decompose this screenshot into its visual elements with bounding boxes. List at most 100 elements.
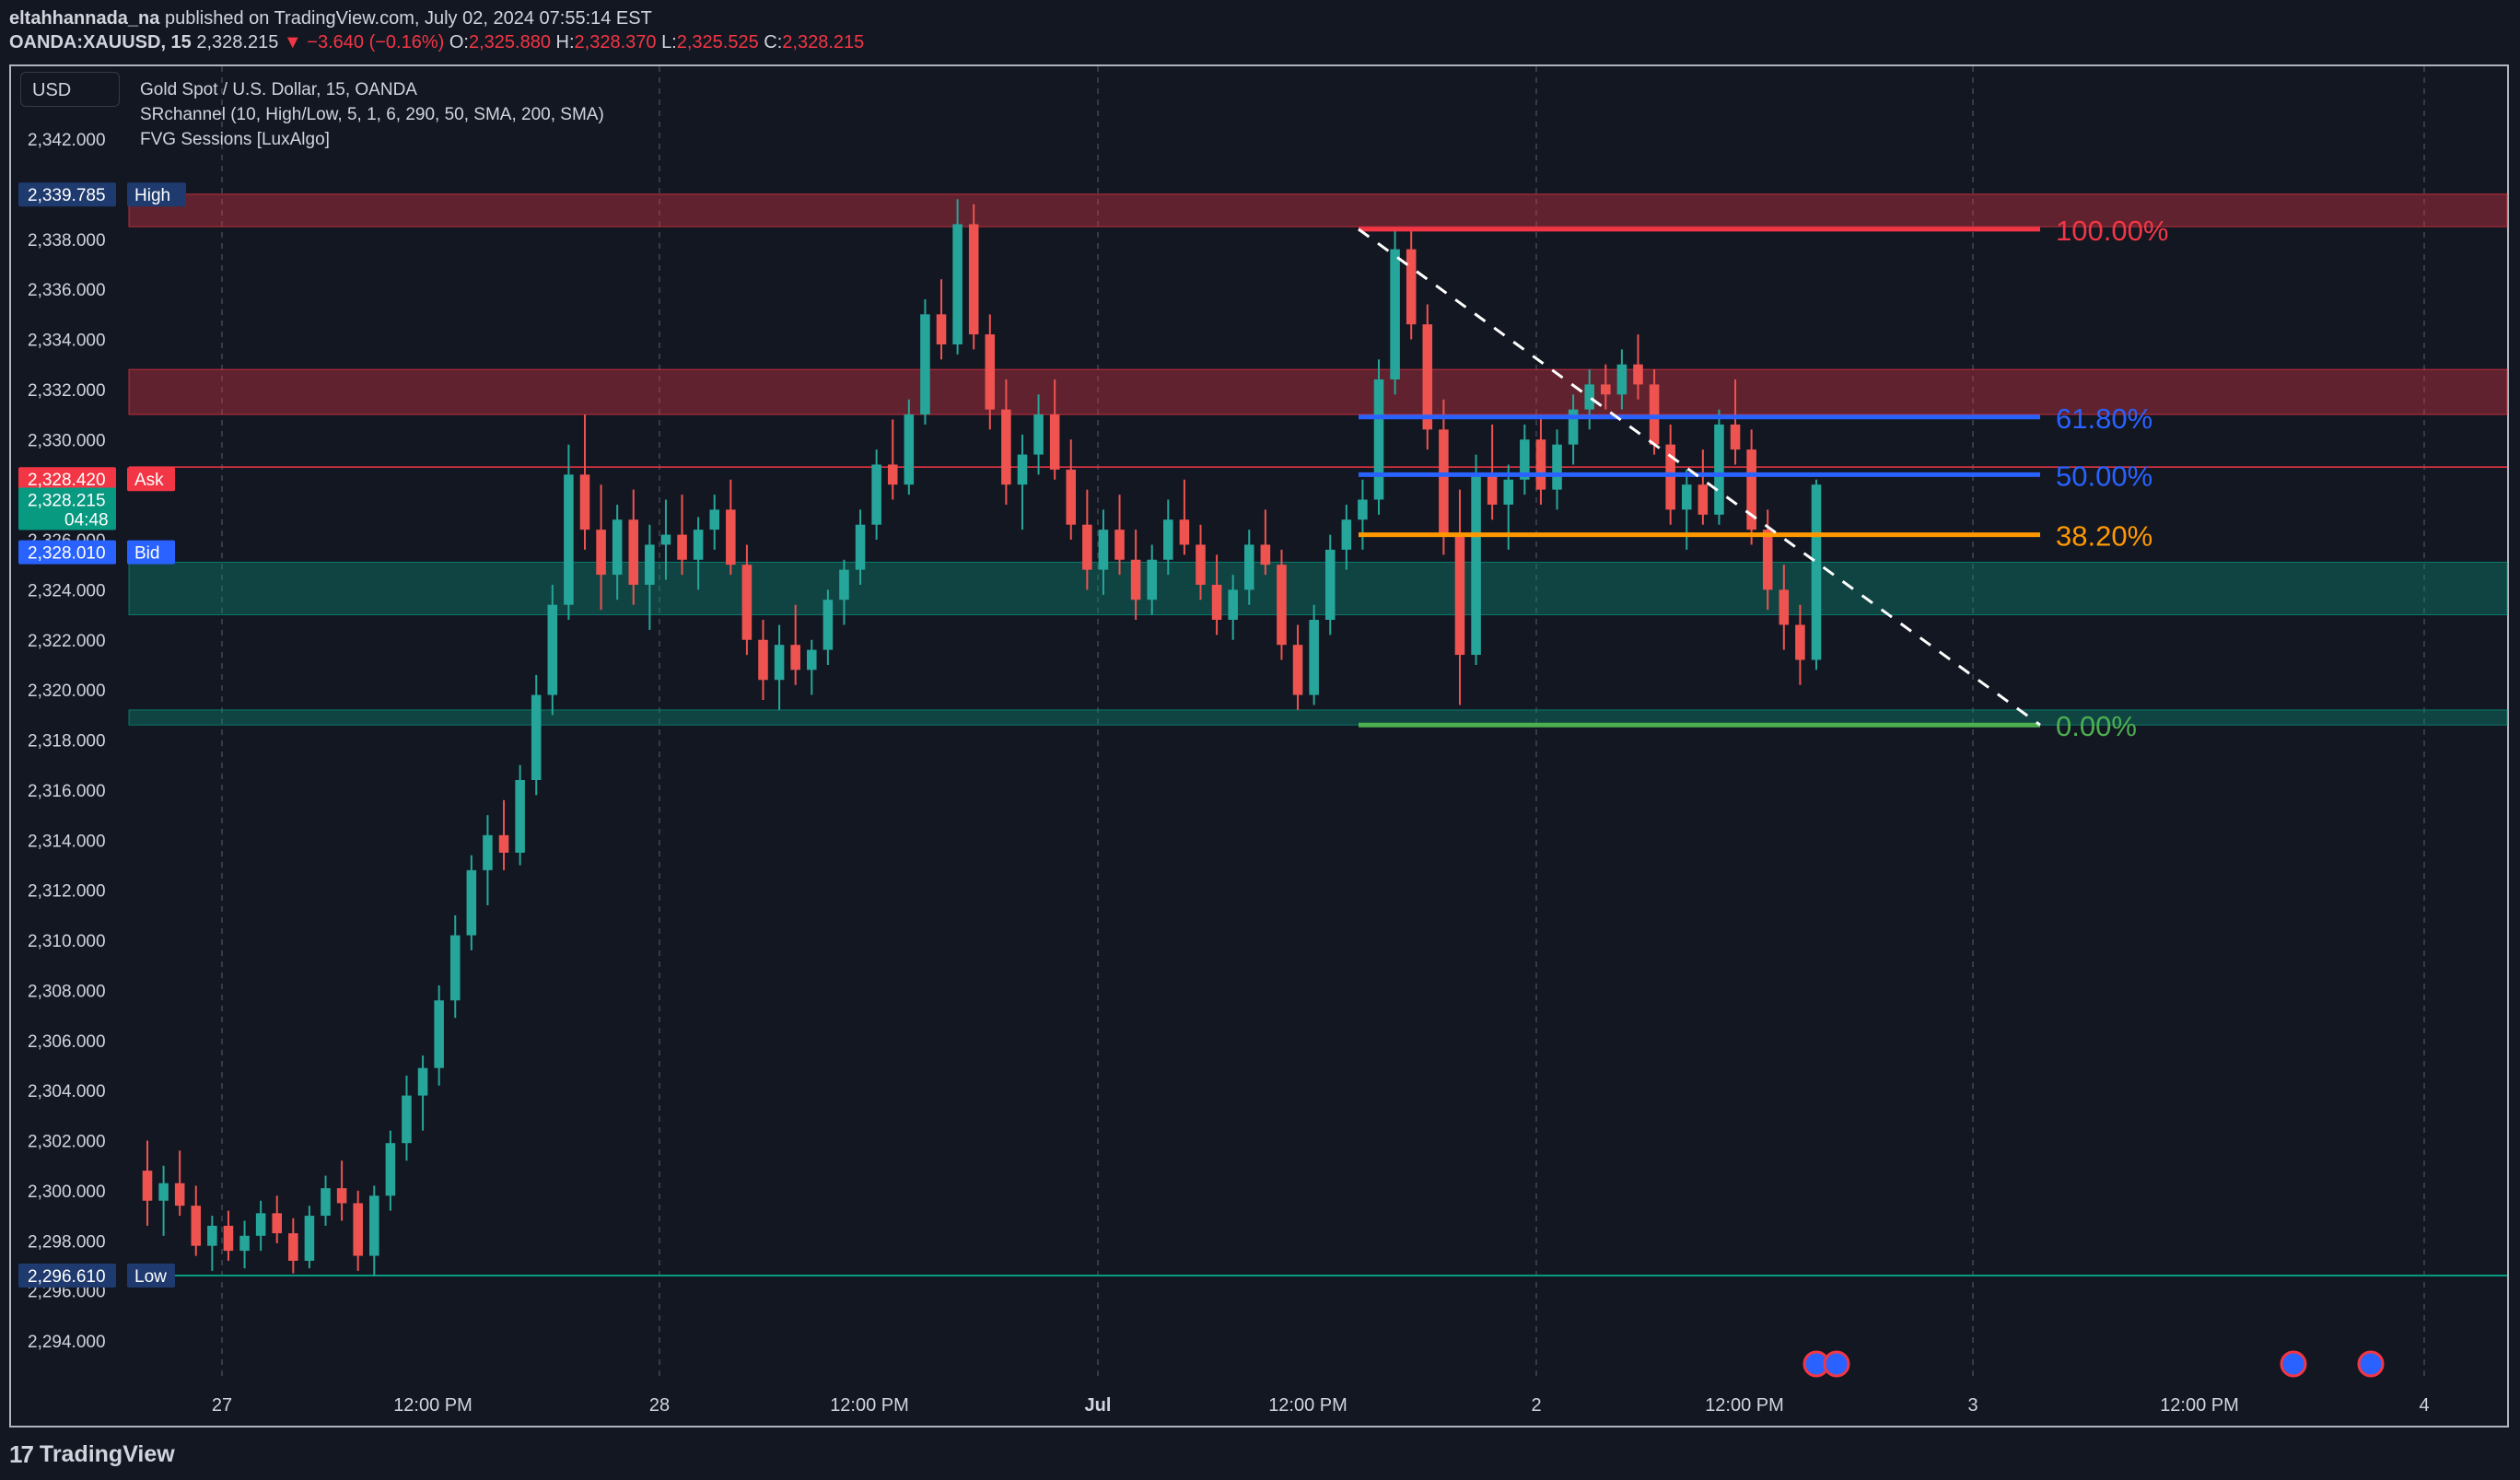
- candle-body: [1471, 474, 1481, 656]
- candle-body: [1228, 589, 1238, 620]
- candle-body: [596, 530, 606, 576]
- y-axis-tick: 2,318.000: [28, 732, 106, 752]
- candle-body: [952, 224, 962, 344]
- candle-body: [191, 1206, 202, 1246]
- candle-body: [1001, 409, 1011, 485]
- candle-body: [1033, 414, 1044, 455]
- candle-body: [564, 474, 574, 605]
- candle-body: [1454, 534, 1465, 656]
- candle-body: [628, 519, 639, 585]
- candle-body: [822, 600, 834, 650]
- candle-body: [1439, 429, 1449, 535]
- support-zone: [128, 561, 2508, 616]
- candle-body: [1616, 364, 1628, 395]
- candle-body: [255, 1213, 266, 1236]
- y-axis-tick: 2,330.000: [28, 431, 106, 450]
- candle-body: [839, 569, 849, 600]
- candle-body: [336, 1188, 347, 1204]
- x-axis-tick: 27: [212, 1395, 232, 1416]
- candle-body: [790, 645, 800, 670]
- x-axis-tick: Jul: [1085, 1395, 1112, 1416]
- y-axis-tick: 2,312.000: [28, 882, 106, 902]
- candle-body: [1698, 484, 1709, 515]
- candle-body: [1406, 249, 1417, 325]
- candle-body: [1017, 454, 1028, 485]
- candle-body: [304, 1216, 315, 1261]
- y-axis-tick: 2,320.000: [28, 682, 106, 701]
- candle-body: [693, 530, 704, 560]
- candle-body: [1341, 519, 1352, 550]
- candle-body: [239, 1235, 250, 1252]
- candle-body: [531, 694, 542, 780]
- tradingview-logo[interactable]: 17 TradingView: [9, 1439, 175, 1470]
- price-label-countdown: 04:48: [64, 511, 109, 530]
- candle-body: [1633, 364, 1643, 385]
- candle-body: [321, 1188, 331, 1217]
- legend-title[interactable]: Gold Spot / U.S. Dollar, 15, OANDA: [140, 77, 604, 102]
- candle-body: [402, 1095, 412, 1144]
- fib-level-label: 0.00%: [2056, 710, 2137, 742]
- candle-body: [1714, 424, 1724, 515]
- y-axis-tick: 2,342.000: [28, 131, 106, 150]
- candle-body: [709, 509, 720, 530]
- currency-selector[interactable]: USD: [20, 72, 120, 107]
- candle-body: [968, 224, 979, 335]
- candle-body: [1795, 624, 1805, 660]
- candle-body: [1082, 524, 1092, 570]
- y-axis-tick: 2,316.000: [28, 782, 106, 801]
- y-axis-tick: 2,304.000: [28, 1082, 106, 1101]
- candle-body: [1730, 424, 1741, 450]
- candle-body: [1066, 469, 1077, 525]
- x-axis-tick: 12:00 PM: [393, 1395, 472, 1416]
- candle-body: [677, 534, 687, 560]
- candle-body: [1260, 544, 1271, 565]
- fib-level-label: 61.80%: [2056, 402, 2152, 435]
- candle-body: [1601, 384, 1611, 395]
- x-axis-tick: 2: [1531, 1395, 1541, 1416]
- candle-body: [353, 1203, 363, 1256]
- y-axis-tick: 2,298.000: [28, 1232, 106, 1252]
- candle-body: [807, 649, 817, 670]
- candle-body: [660, 534, 671, 545]
- candle-body: [466, 869, 477, 936]
- x-axis-tick: 4: [2419, 1395, 2429, 1416]
- candle-body: [417, 1067, 428, 1096]
- y-axis-tick: 2,302.000: [28, 1133, 106, 1152]
- chart-legend: Gold Spot / U.S. Dollar, 15, OANDA SRcha…: [140, 77, 604, 152]
- candle-body: [1277, 565, 1287, 646]
- candle-body: [1487, 474, 1498, 505]
- candle-body: [483, 834, 493, 870]
- candle-body: [272, 1213, 283, 1234]
- candle-body: [1535, 439, 1546, 490]
- x-axis-tick: 3: [1967, 1395, 1978, 1416]
- candle-body: [645, 544, 655, 585]
- fib-level-label: 100.00%: [2056, 215, 2168, 247]
- y-axis-tick: 2,308.000: [28, 982, 106, 1001]
- candle-body: [1243, 544, 1254, 590]
- candle-body: [1098, 530, 1109, 570]
- candle-body: [1114, 530, 1125, 560]
- candle-body: [1292, 645, 1303, 695]
- us-event-flag-icon: [1823, 1350, 1850, 1378]
- candle-body: [1681, 484, 1692, 510]
- candle-body: [985, 334, 996, 410]
- y-axis-tick: 2,300.000: [28, 1183, 106, 1202]
- price-label-value: 2,339.785: [28, 186, 106, 205]
- candle-body: [936, 314, 947, 344]
- candle-body: [1324, 549, 1336, 620]
- legend-indicator-srchannel[interactable]: SRchannel (10, High/Low, 5, 1, 6, 290, 5…: [140, 102, 604, 127]
- candle-body: [1762, 530, 1773, 590]
- candle-body: [1179, 519, 1190, 545]
- legend-indicator-fvg[interactable]: FVG Sessions [LuxAlgo]: [140, 127, 604, 152]
- candle-body: [1552, 444, 1562, 490]
- candle-body: [515, 780, 525, 853]
- candle-body: [174, 1183, 185, 1206]
- candle-body: [434, 1000, 444, 1068]
- price-chart[interactable]: 100.00% 61.80% 50.00% 38.20% 0.00% 2,342.000 2…: [0, 0, 2520, 1480]
- price-label-value: 2,328.215: [28, 492, 106, 511]
- y-axis-tick: 2,332.000: [28, 381, 106, 401]
- fib-level-label: 38.20%: [2056, 520, 2152, 553]
- candle-body: [1211, 584, 1222, 620]
- candle-body: [1358, 499, 1368, 520]
- candle-body: [369, 1195, 379, 1256]
